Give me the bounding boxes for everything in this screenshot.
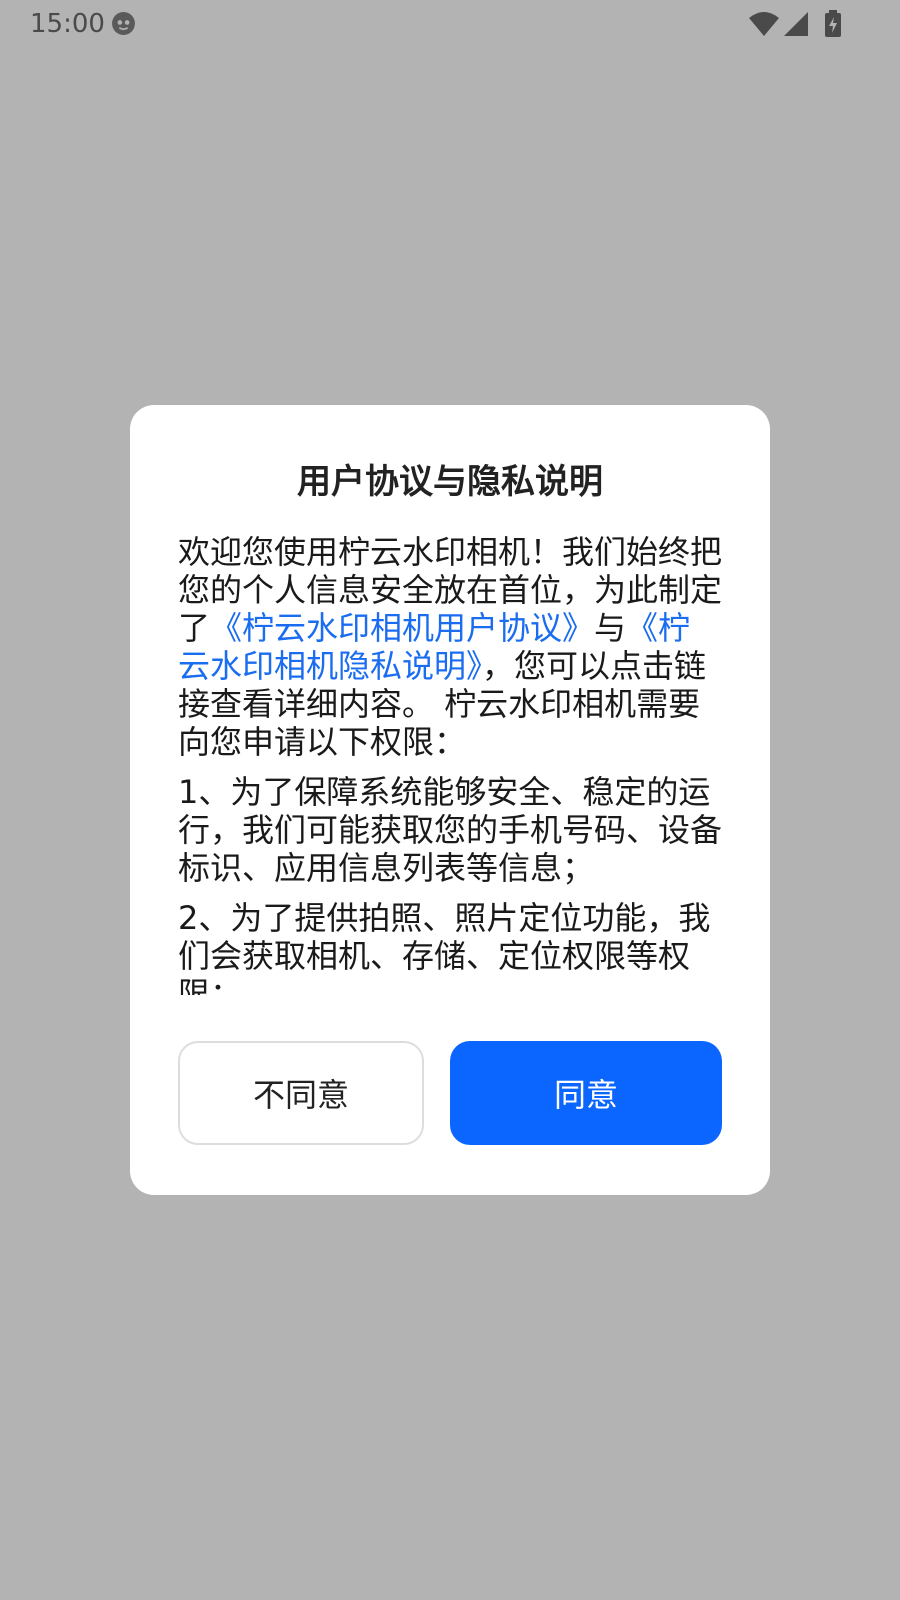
dialog-title: 用户协议与隐私说明 <box>297 462 603 502</box>
user-agreement-link[interactable]: 《柠云水印相机用户协议》 <box>210 609 594 647</box>
cat-face-icon <box>112 12 135 35</box>
wifi-icon <box>749 12 779 36</box>
status-bar: 15:00 <box>0 0 900 48</box>
disagree-button[interactable]: 不同意 <box>178 1041 424 1145</box>
intro-connector: 与 <box>594 609 627 647</box>
permission-item-2: 2、为了提供拍照、照片定位功能，我们会获取相机、存储、定位权限等权限； <box>178 899 711 995</box>
agree-button[interactable]: 同意 <box>450 1041 722 1145</box>
status-icons <box>748 9 844 39</box>
status-time: 15:00 <box>30 9 105 39</box>
battery-charging-icon <box>825 10 841 37</box>
dialog-body[interactable]: 欢迎您使用柠云水印相机！我们始终把您的个人信息安全放在首位，为此制定了《柠云水印… <box>178 533 722 995</box>
cellular-signal-icon <box>784 12 808 36</box>
permission-item-1: 1、为了保障系统能够安全、稳定的运行，我们可能获取您的手机号码、设备标识、应用信… <box>178 773 722 887</box>
intro-paragraph: 欢迎您使用柠云水印相机！我们始终把您的个人信息安全放在首位，为此制定了《柠云水印… <box>178 533 722 761</box>
privacy-dialog: 用户协议与隐私说明 欢迎您使用柠云水印相机！我们始终把您的个人信息安全放在首位，… <box>130 405 770 1195</box>
